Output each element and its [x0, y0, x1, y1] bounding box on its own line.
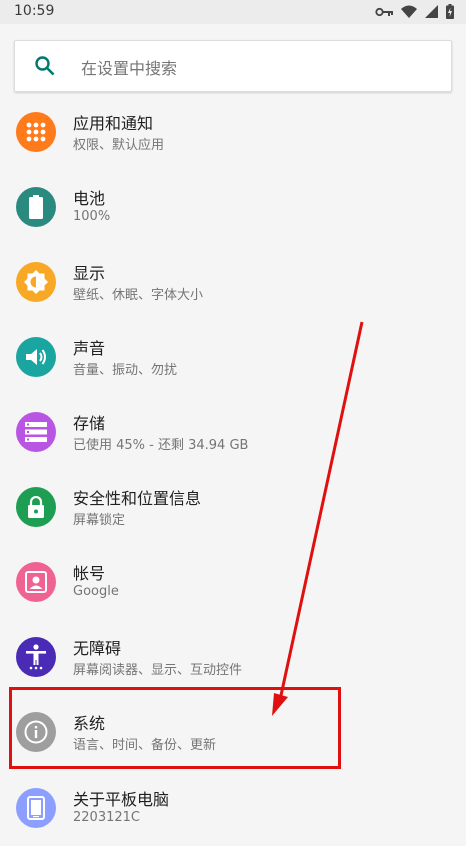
wifi-icon — [401, 5, 417, 18]
status-icons — [375, 4, 454, 19]
search-icon — [33, 54, 57, 82]
vpn-key-icon — [375, 6, 393, 18]
item-title: 声音 — [73, 339, 106, 358]
item-title: 无障碍 — [73, 639, 122, 658]
signal-icon — [425, 5, 438, 18]
battery-icon — [16, 187, 56, 227]
item-subtitle: 权限、默认应用 — [73, 138, 165, 153]
volume-icon — [16, 337, 56, 377]
settings-item-accessibility[interactable]: 无障碍 屏幕阅读器、显示、互动控件 — [0, 621, 466, 695]
item-subtitle: 语言、时间、备份、更新 — [73, 738, 217, 753]
settings-item-battery[interactable]: 电池 100% — [0, 171, 466, 245]
accessibility-icon — [16, 637, 56, 677]
item-subtitle: Google — [73, 584, 119, 599]
settings-item-about-tablet[interactable]: 关于平板电脑 2203121C — [0, 772, 466, 846]
item-title: 存储 — [73, 414, 106, 433]
item-title: 电池 — [73, 189, 106, 208]
item-subtitle: 音量、振动、勿扰 — [73, 363, 178, 378]
settings-item-sound[interactable]: 声音 音量、振动、勿扰 — [0, 321, 466, 395]
item-title: 安全性和位置信息 — [73, 489, 202, 508]
status-time: 10:59 — [14, 3, 55, 19]
item-subtitle: 屏幕阅读器、显示、互动控件 — [73, 663, 243, 678]
settings-item-security[interactable]: 安全性和位置信息 屏幕锁定 — [0, 471, 466, 545]
apps-grid-icon — [16, 112, 56, 152]
search-placeholder: 在设置中搜索 — [81, 59, 178, 78]
settings-item-display[interactable]: 显示 壁纸、休眠、字体大小 — [0, 246, 466, 320]
brightness-icon — [16, 262, 56, 302]
item-title: 帐号 — [73, 564, 106, 583]
lock-icon — [16, 487, 56, 527]
item-title: 显示 — [73, 264, 106, 283]
tablet-icon — [16, 788, 56, 828]
item-subtitle: 屏幕锁定 — [73, 513, 126, 528]
search-input[interactable]: 在设置中搜索 — [14, 40, 452, 92]
settings-item-account[interactable]: 帐号 Google — [0, 546, 466, 620]
account-box-icon — [16, 562, 56, 602]
battery-icon — [446, 4, 454, 19]
settings-item-system[interactable]: 系统 语言、时间、备份、更新 — [0, 696, 466, 770]
storage-icon — [16, 412, 56, 452]
item-subtitle: 壁纸、休眠、字体大小 — [73, 288, 204, 303]
item-subtitle: 100% — [73, 209, 111, 224]
status-bar: 10:59 — [0, 0, 466, 24]
item-subtitle: 2203121C — [73, 810, 140, 825]
item-subtitle: 已使用 45% - 还剩 34.94 GB — [73, 438, 249, 453]
settings-item-storage[interactable]: 存储 已使用 45% - 还剩 34.94 GB — [0, 396, 466, 470]
item-title: 应用和通知 — [73, 114, 154, 133]
info-icon — [16, 712, 56, 752]
search-bar-container: 在设置中搜索 — [0, 24, 466, 108]
item-title: 系统 — [73, 714, 106, 733]
item-title: 关于平板电脑 — [73, 790, 170, 809]
